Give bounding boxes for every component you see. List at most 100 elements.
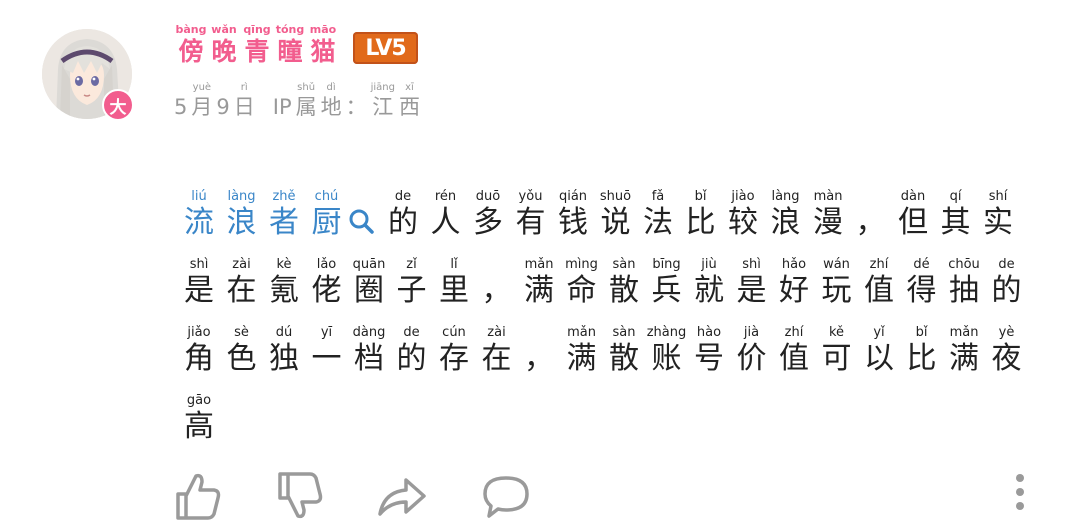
hanzi: 多 <box>473 205 503 240</box>
hanzi: 晚 <box>211 37 237 66</box>
pinyin: shuō <box>599 189 632 204</box>
more-icon[interactable] <box>1010 474 1030 518</box>
pinyin: fǎ <box>651 189 665 204</box>
comment-text: liú 流 làng 浪 zhě 者 chú 厨 de 的 rén 人 duō 多 yǒu 有 qián 钱 shu… <box>178 170 1048 442</box>
text-char: bīng 兵 <box>646 258 688 306</box>
hanzi: 猫 <box>310 37 336 66</box>
comment-meta: 5 yuè 月 9 rì 日 IP shǔ 属 dì 地： jiāng 江 xī 西 <box>174 83 424 118</box>
text-line: liú 流 làng 浪 zhě 者 chú 厨 de 的 rén 人 duō 多 yǒu 有 qián 钱 shu… <box>178 170 1048 238</box>
text-char: jiǎo 角 <box>178 326 220 374</box>
hanzi: 较 <box>728 205 758 240</box>
pinyin: zhí <box>784 325 804 340</box>
text-char: mǎn 满 <box>943 326 985 374</box>
hanzi: 属 <box>295 95 317 119</box>
text-char: duō 多 <box>467 190 509 238</box>
hanzi: 人 <box>430 205 461 240</box>
text-char: mǎn 满 <box>561 326 603 374</box>
pinyin: jiǎo <box>187 325 211 340</box>
text-line: jiǎo 角 sè 色 dú 独 yī 一 dàng 档 de 的 cún 存 zài 在， mǎn 满 sàn 散 z… <box>178 306 1048 374</box>
text-char: gāo 高 <box>178 394 220 442</box>
hanzi: 的 <box>396 341 427 376</box>
hanzi: 散 <box>609 341 639 376</box>
text-char: shì 是 <box>731 258 773 306</box>
share-icon[interactable] <box>376 470 428 526</box>
pinyin: sè <box>234 325 249 340</box>
link-char[interactable]: chú 厨 <box>306 190 348 238</box>
link-char[interactable]: liú 流 <box>178 190 220 238</box>
hanzi: ， <box>524 341 554 376</box>
pinyin: rì <box>240 82 248 93</box>
hanzi: 的 <box>991 273 1022 308</box>
pinyin: yè <box>998 325 1015 340</box>
pinyin: wán <box>823 257 850 272</box>
hanzi: 可 <box>821 341 852 376</box>
pinyin: kě <box>828 325 845 340</box>
date-char: rì 日 <box>234 83 255 118</box>
ip-location-char: xī 西 <box>399 83 420 118</box>
text-line: shì 是 zài 在 kè 氪 lǎo 佬 quān 圈 zǐ 子 lǐ 里， mǎn 满 mìng 命 sàn 散… <box>178 238 1048 306</box>
pinyin: làng <box>227 189 256 204</box>
pinyin: gāo <box>186 393 212 408</box>
pinyin: shǔ <box>297 82 316 93</box>
text-char: zài 在 <box>221 258 263 306</box>
pinyin: wǎn <box>211 23 237 36</box>
pinyin: de <box>998 257 1015 272</box>
search-icon[interactable] <box>348 194 376 238</box>
text-char: ， <box>850 190 892 238</box>
ip-location-char: ： <box>346 83 367 118</box>
hanzi: 一 <box>311 341 342 376</box>
pinyin: de <box>394 189 412 204</box>
pinyin: shí <box>988 189 1008 204</box>
text-char: jiù 就 <box>688 258 730 306</box>
hanzi: 地 <box>320 95 342 119</box>
pinyin: mìng <box>565 257 598 272</box>
link-char[interactable]: zhě 者 <box>263 190 305 238</box>
text-char: yǐ 以 <box>858 326 900 374</box>
pinyin: kè <box>276 257 292 272</box>
text-char: sàn 散 <box>603 326 645 374</box>
ip-location-char: jiāng 江 <box>371 83 395 118</box>
pinyin: zhí <box>869 257 889 272</box>
hanzi: 满 <box>524 273 554 308</box>
thumbs-up-icon[interactable] <box>174 470 222 526</box>
hanzi: 在 <box>481 341 512 376</box>
pinyin: rén <box>434 189 457 204</box>
pinyin: mǎn <box>567 325 596 340</box>
hanzi: 存 <box>439 341 469 376</box>
pinyin: yuè <box>192 82 212 93</box>
hanzi: 值 <box>864 273 894 308</box>
pinyin: sàn <box>612 325 636 340</box>
pinyin: quān <box>352 257 386 272</box>
hanzi: 浪 <box>770 205 801 240</box>
link-char[interactable]: làng 浪 <box>221 190 263 238</box>
thumbs-down-icon[interactable] <box>276 470 324 526</box>
hanzi: 好 <box>779 273 809 308</box>
text-char: mìng 命 <box>561 258 603 306</box>
hanzi: 高 <box>184 409 214 444</box>
hanzi: 命 <box>566 273 597 308</box>
pinyin: làng <box>771 189 800 204</box>
level-badge: LV5 <box>353 32 418 64</box>
hanzi: 其 <box>940 205 971 240</box>
comment-icon[interactable] <box>480 470 532 526</box>
pinyin: māo <box>309 23 337 36</box>
hanzi: 比 <box>906 341 937 376</box>
hanzi: 青 <box>244 37 270 66</box>
text-char: hǎo 好 <box>773 258 815 306</box>
pinyin: bàng <box>175 23 207 36</box>
vip-badge: 大 <box>102 89 134 121</box>
hanzi: 西 <box>398 95 420 119</box>
pinyin: sàn <box>612 257 636 272</box>
text-char: de 的 <box>391 326 433 374</box>
pinyin: yī <box>320 325 333 340</box>
text-char: zài 在 <box>476 326 518 374</box>
text-char: bǐ 比 <box>901 326 943 374</box>
username[interactable]: bàng 傍 wǎn 晚 qīng 青 tóng 瞳 māo 猫 <box>176 24 341 64</box>
hanzi: 是 <box>184 273 214 308</box>
hanzi: 档 <box>354 341 384 376</box>
text-char: cún 存 <box>433 326 475 374</box>
hanzi: 就 <box>694 273 724 308</box>
hanzi: ， <box>855 205 886 240</box>
pinyin: bǐ <box>915 325 928 340</box>
pinyin: cún <box>442 325 466 340</box>
